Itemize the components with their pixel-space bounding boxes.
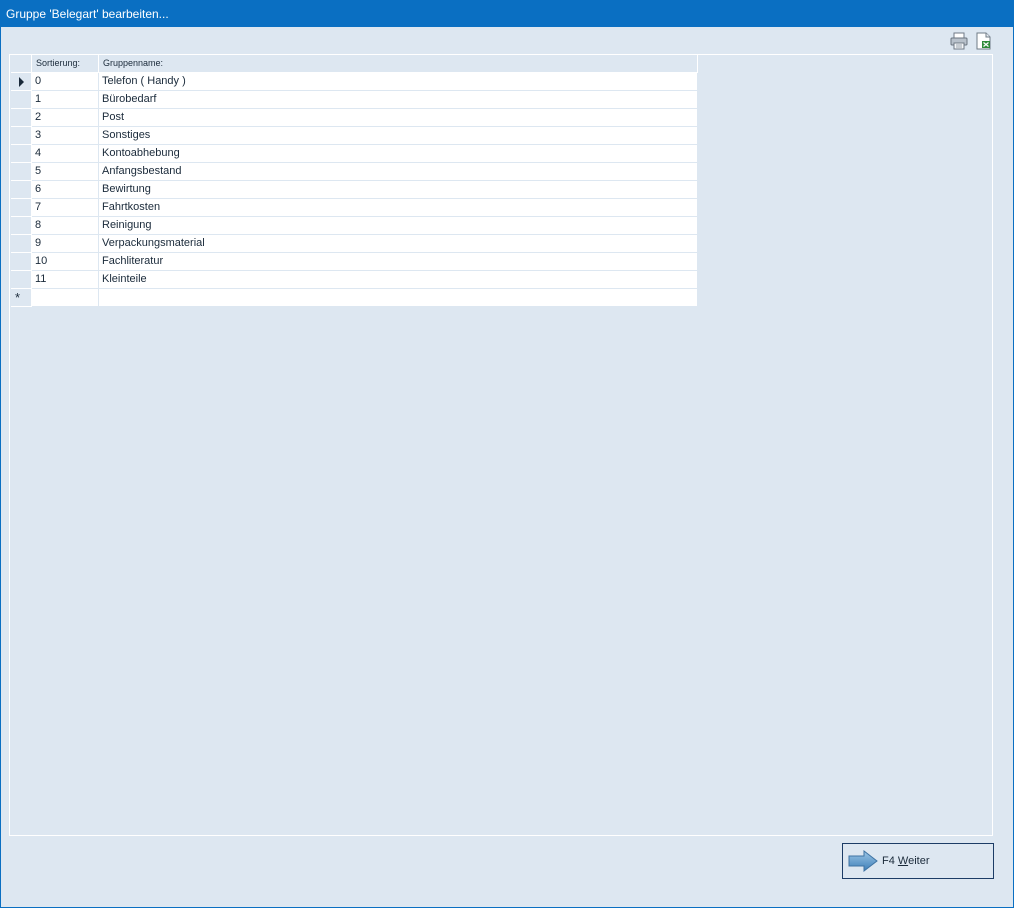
row-selector[interactable] — [11, 217, 32, 235]
dialog-window: Gruppe 'Belegart' bearbeiten... Sortieru… — [0, 0, 1014, 908]
cell-sortierung[interactable]: 11 — [32, 271, 99, 289]
column-header-gruppenname[interactable]: Gruppenname: — [99, 55, 698, 73]
cell-gruppenname[interactable]: Bewirtung — [99, 181, 698, 199]
table-row[interactable]: 1 Bürobedarf — [11, 91, 698, 109]
grid-header: Sortierung: Gruppenname: — [11, 55, 698, 73]
cell-gruppenname[interactable] — [99, 289, 698, 307]
cell-sortierung[interactable] — [32, 289, 99, 307]
new-row-icon: * — [15, 290, 21, 305]
cell-gruppenname[interactable]: Kontoabhebung — [99, 145, 698, 163]
header-selector — [11, 55, 32, 73]
table-row[interactable]: 6 Bewirtung — [11, 181, 698, 199]
cell-gruppenname[interactable]: Sonstiges — [99, 127, 698, 145]
table-row[interactable]: 8 Reinigung — [11, 217, 698, 235]
cell-gruppenname[interactable]: Kleinteile — [99, 271, 698, 289]
cell-gruppenname[interactable]: Post — [99, 109, 698, 127]
row-selector[interactable] — [11, 235, 32, 253]
row-selector[interactable] — [11, 253, 32, 271]
printer-icon[interactable] — [950, 32, 968, 50]
row-selector[interactable] — [11, 199, 32, 217]
export-excel-icon[interactable] — [974, 32, 992, 50]
cell-sortierung[interactable]: 7 — [32, 199, 99, 217]
title-bar: Gruppe 'Belegart' bearbeiten... — [1, 1, 1013, 27]
table-row[interactable]: 7 Fahrtkosten — [11, 199, 698, 217]
table-row[interactable]: 10 Fachliteratur — [11, 253, 698, 271]
cell-gruppenname[interactable]: Fahrtkosten — [99, 199, 698, 217]
cell-sortierung[interactable]: 2 — [32, 109, 99, 127]
row-selector[interactable] — [11, 127, 32, 145]
grid-body: 0 Telefon ( Handy ) 1 Bürobedarf 2 Post 3 Sonst… — [11, 73, 698, 307]
row-selector[interactable] — [11, 271, 32, 289]
cell-sortierung[interactable]: 1 — [32, 91, 99, 109]
column-header-sortierung[interactable]: Sortierung: — [32, 55, 99, 73]
row-selector[interactable] — [11, 145, 32, 163]
table-row[interactable]: 11 Kleinteile — [11, 271, 698, 289]
row-selector[interactable] — [11, 91, 32, 109]
arrow-right-icon — [848, 850, 878, 872]
current-row-icon — [19, 77, 24, 87]
cell-sortierung[interactable]: 10 — [32, 253, 99, 271]
row-selector[interactable] — [11, 181, 32, 199]
cell-gruppenname[interactable]: Reinigung — [99, 217, 698, 235]
weiter-label: F4 Weiter — [882, 855, 930, 867]
cell-sortierung[interactable]: 8 — [32, 217, 99, 235]
cell-gruppenname[interactable]: Bürobedarf — [99, 91, 698, 109]
cell-sortierung[interactable]: 5 — [32, 163, 99, 181]
table-row[interactable]: 4 Kontoabhebung — [11, 145, 698, 163]
row-selector[interactable] — [11, 73, 32, 91]
table-row[interactable]: 5 Anfangsbestand — [11, 163, 698, 181]
group-grid: Sortierung: Gruppenname: 0 Telefon ( Hand… — [11, 55, 698, 307]
cell-sortierung[interactable]: 9 — [32, 235, 99, 253]
cell-gruppenname[interactable]: Telefon ( Handy ) — [99, 73, 698, 91]
cell-sortierung[interactable]: 6 — [32, 181, 99, 199]
cell-sortierung[interactable]: 3 — [32, 127, 99, 145]
weiter-button[interactable]: F4 Weiter — [842, 843, 994, 879]
table-row[interactable]: 3 Sonstiges — [11, 127, 698, 145]
cell-sortierung[interactable]: 4 — [32, 145, 99, 163]
row-selector[interactable]: * — [11, 289, 32, 307]
cell-gruppenname[interactable]: Anfangsbestand — [99, 163, 698, 181]
cell-sortierung[interactable]: 0 — [32, 73, 99, 91]
cell-gruppenname[interactable]: Verpackungsmaterial — [99, 235, 698, 253]
cell-gruppenname[interactable]: Fachliteratur — [99, 253, 698, 271]
table-row[interactable]: 9 Verpackungsmaterial — [11, 235, 698, 253]
new-row[interactable]: * — [11, 289, 698, 307]
window-title: Gruppe 'Belegart' bearbeiten... — [6, 7, 169, 21]
table-row[interactable]: 0 Telefon ( Handy ) — [11, 73, 698, 91]
row-selector[interactable] — [11, 163, 32, 181]
row-selector[interactable] — [11, 109, 32, 127]
table-row[interactable]: 2 Post — [11, 109, 698, 127]
